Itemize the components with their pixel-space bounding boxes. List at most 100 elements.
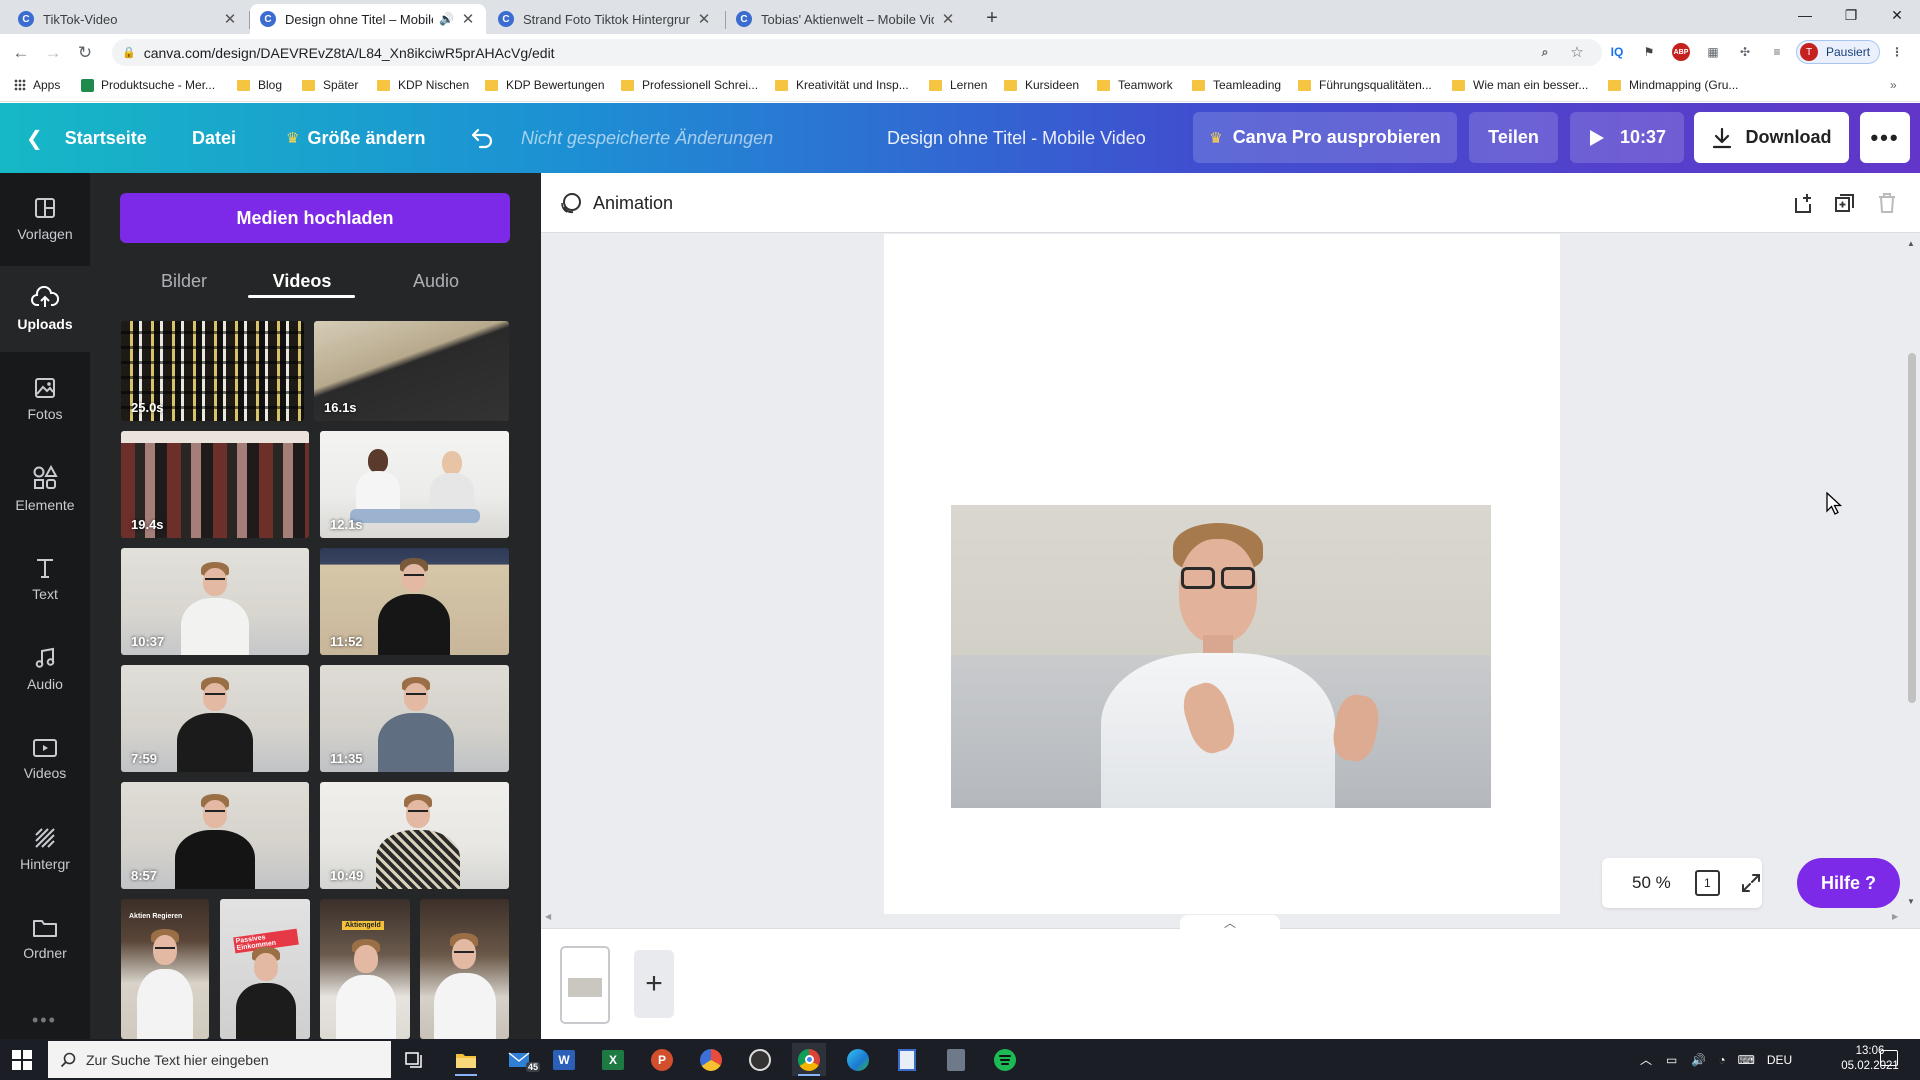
volume-icon[interactable]: 🔊	[1691, 1053, 1706, 1067]
canva-pro-button[interactable]: ♛ Canva Pro ausprobieren	[1193, 112, 1457, 163]
video-thumbnail[interactable]: 19.4s	[121, 431, 309, 538]
calculator-icon[interactable]	[939, 1043, 973, 1076]
undo-icon[interactable]	[470, 103, 494, 173]
bookmark-item[interactable]: Professionell Schrei...	[621, 78, 758, 92]
browser-tab-aktienwelt[interactable]: C Tobias' Aktienwelt – Mobile Vide ✕	[726, 4, 966, 34]
page-thumbnail[interactable]	[560, 946, 610, 1024]
share-button[interactable]: Teilen	[1469, 112, 1558, 163]
bookmark-item[interactable]: Blog	[237, 78, 282, 92]
back-arrow-icon[interactable]: ←	[8, 40, 34, 66]
chevron-up-icon[interactable]: ︿	[1180, 915, 1280, 930]
scroll-left-arrow-icon[interactable]: ◀	[545, 912, 551, 921]
window-close-button[interactable]: ✕	[1874, 0, 1920, 30]
close-icon[interactable]: ✕	[940, 11, 956, 28]
rail-item-elemente[interactable]: Elemente	[0, 446, 90, 532]
app-icon[interactable]	[890, 1043, 924, 1076]
obs-icon[interactable]	[743, 1043, 777, 1076]
rail-item-text[interactable]: Text	[0, 536, 90, 622]
rail-item-uploads[interactable]: Uploads	[0, 266, 90, 352]
profile-button[interactable]: T Pausiert	[1796, 40, 1880, 64]
iq-extension-icon[interactable]: IQ	[1608, 43, 1626, 61]
rail-item-audio[interactable]: Audio	[0, 626, 90, 712]
rail-item-ordner[interactable]: Ordner	[0, 896, 90, 982]
bookmark-item[interactable]: Lernen	[929, 78, 987, 92]
scroll-up-arrow-icon[interactable]: ▲	[1907, 239, 1915, 248]
spotify-icon[interactable]	[988, 1043, 1022, 1076]
media-app-icon[interactable]	[694, 1043, 728, 1076]
file-menu-button[interactable]: Datei	[192, 103, 236, 173]
puzzle-extensions-icon[interactable]: ✣	[1736, 43, 1754, 61]
bookmark-item[interactable]: Produktsuche - Mer...	[81, 78, 215, 92]
bookmark-item[interactable]: Teamwork	[1097, 78, 1173, 92]
reading-list-icon[interactable]: ≡	[1768, 43, 1786, 61]
zoom-level[interactable]: 50 %	[1632, 873, 1679, 893]
resize-button[interactable]: ♛ Größe ändern	[286, 103, 425, 173]
browser-tab-design[interactable]: C Design ohne Titel – Mobile V 🔊 ✕	[250, 4, 486, 34]
bookmark-item[interactable]: Teamleading	[1192, 78, 1281, 92]
canvas-video-element[interactable]	[951, 505, 1491, 808]
download-button[interactable]: Download	[1694, 112, 1849, 163]
tab-audio[interactable]: Audio	[386, 261, 486, 301]
rail-item-videos[interactable]: Videos	[0, 716, 90, 802]
video-thumbnail[interactable]: 8:57	[121, 782, 309, 889]
scroll-right-arrow-icon[interactable]: ▶	[1892, 912, 1898, 921]
bookmark-item[interactable]: KDP Bewertungen	[485, 78, 605, 92]
browser-menu-icon[interactable]: ⋮	[1888, 43, 1906, 61]
video-thumbnail[interactable]: 11:52	[320, 548, 509, 655]
speaker-icon[interactable]: 🔊	[439, 12, 454, 26]
add-page-button[interactable]: +	[634, 950, 674, 1018]
excel-icon[interactable]: X	[596, 1043, 630, 1076]
language-indicator[interactable]: DEU	[1767, 1053, 1792, 1067]
adblock-icon[interactable]: ABP	[1672, 43, 1690, 61]
video-thumbnail[interactable]: Aktien Regieren	[121, 899, 209, 1039]
bookmarks-overflow-icon[interactable]: »	[1890, 78, 1897, 92]
close-icon[interactable]: ✕	[696, 11, 712, 28]
video-thumbnail[interactable]: 25.0s	[121, 321, 304, 421]
windows-start-icon[interactable]	[12, 1050, 32, 1070]
scroll-down-arrow-icon[interactable]: ▼	[1907, 897, 1915, 906]
extension-icon[interactable]: ⚑	[1640, 43, 1658, 61]
add-page-icon[interactable]	[1791, 190, 1817, 216]
duplicate-page-icon[interactable]	[1832, 190, 1858, 216]
more-apps-icon[interactable]: •••	[32, 1010, 57, 1031]
file-explorer-icon[interactable]	[449, 1043, 483, 1076]
mail-icon[interactable]: 45	[502, 1043, 540, 1076]
bookmark-item[interactable]: KDP Nischen	[377, 78, 469, 92]
play-button[interactable]: 10:37	[1570, 112, 1684, 163]
trash-icon[interactable]	[1874, 190, 1900, 216]
bookmark-item[interactable]: Mindmapping (Gru...	[1608, 78, 1738, 92]
video-thumbnail[interactable]: 10:37	[121, 548, 309, 655]
url-field[interactable]: 🔒 canva.com/design/DAEVREvZ8tA/L84_Xn8ik…	[112, 39, 1602, 66]
video-thumbnail[interactable]	[420, 899, 509, 1039]
notifications-icon[interactable]	[1880, 1050, 1898, 1066]
zoom-icon[interactable]: ⌕	[1536, 43, 1554, 61]
video-thumbnail[interactable]: Aktiengeld	[320, 899, 410, 1039]
close-icon[interactable]: ✕	[460, 11, 476, 28]
bookmark-item[interactable]: Kreativität und Insp...	[775, 78, 909, 92]
tab-bilder[interactable]: Bilder	[134, 261, 234, 301]
rail-item-hintergrund[interactable]: Hintergr	[0, 806, 90, 892]
task-view-icon[interactable]	[398, 1043, 432, 1076]
video-thumbnail[interactable]: 16.1s	[314, 321, 509, 421]
video-thumbnail[interactable]: 10:49	[320, 782, 509, 889]
word-icon[interactable]: W	[547, 1043, 581, 1076]
page-count-button[interactable]: 1	[1694, 870, 1720, 896]
video-thumbnail[interactable]: 7:59	[121, 665, 309, 772]
design-title[interactable]: Design ohne Titel - Mobile Video	[887, 103, 1146, 173]
battery-icon[interactable]: ▭	[1666, 1053, 1677, 1067]
maximize-button[interactable]: ❐	[1828, 0, 1874, 30]
scrollbar-thumb[interactable]	[1908, 353, 1916, 703]
close-icon[interactable]: ✕	[222, 11, 238, 28]
animation-button[interactable]: Animation	[559, 188, 673, 218]
fullscreen-icon[interactable]	[1740, 872, 1762, 894]
browser-tab-strand[interactable]: C Strand Foto Tiktok Hintergrund - ✕	[488, 4, 722, 34]
chevron-up-icon[interactable]: ︿	[1640, 1051, 1652, 1068]
network-icon[interactable]: ◔	[1718, 1053, 1725, 1067]
more-options-icon[interactable]: •••	[1860, 112, 1910, 163]
browser-tab-tiktok[interactable]: C TikTok-Video ✕	[8, 4, 248, 34]
video-thumbnail[interactable]: 11:35	[320, 665, 509, 772]
taskbar-search-field[interactable]: Zur Suche Text hier eingeben	[48, 1041, 391, 1078]
help-button[interactable]: Hilfe ?	[1797, 858, 1900, 908]
minimize-button[interactable]: —	[1782, 0, 1828, 30]
rail-item-fotos[interactable]: Fotos	[0, 356, 90, 442]
